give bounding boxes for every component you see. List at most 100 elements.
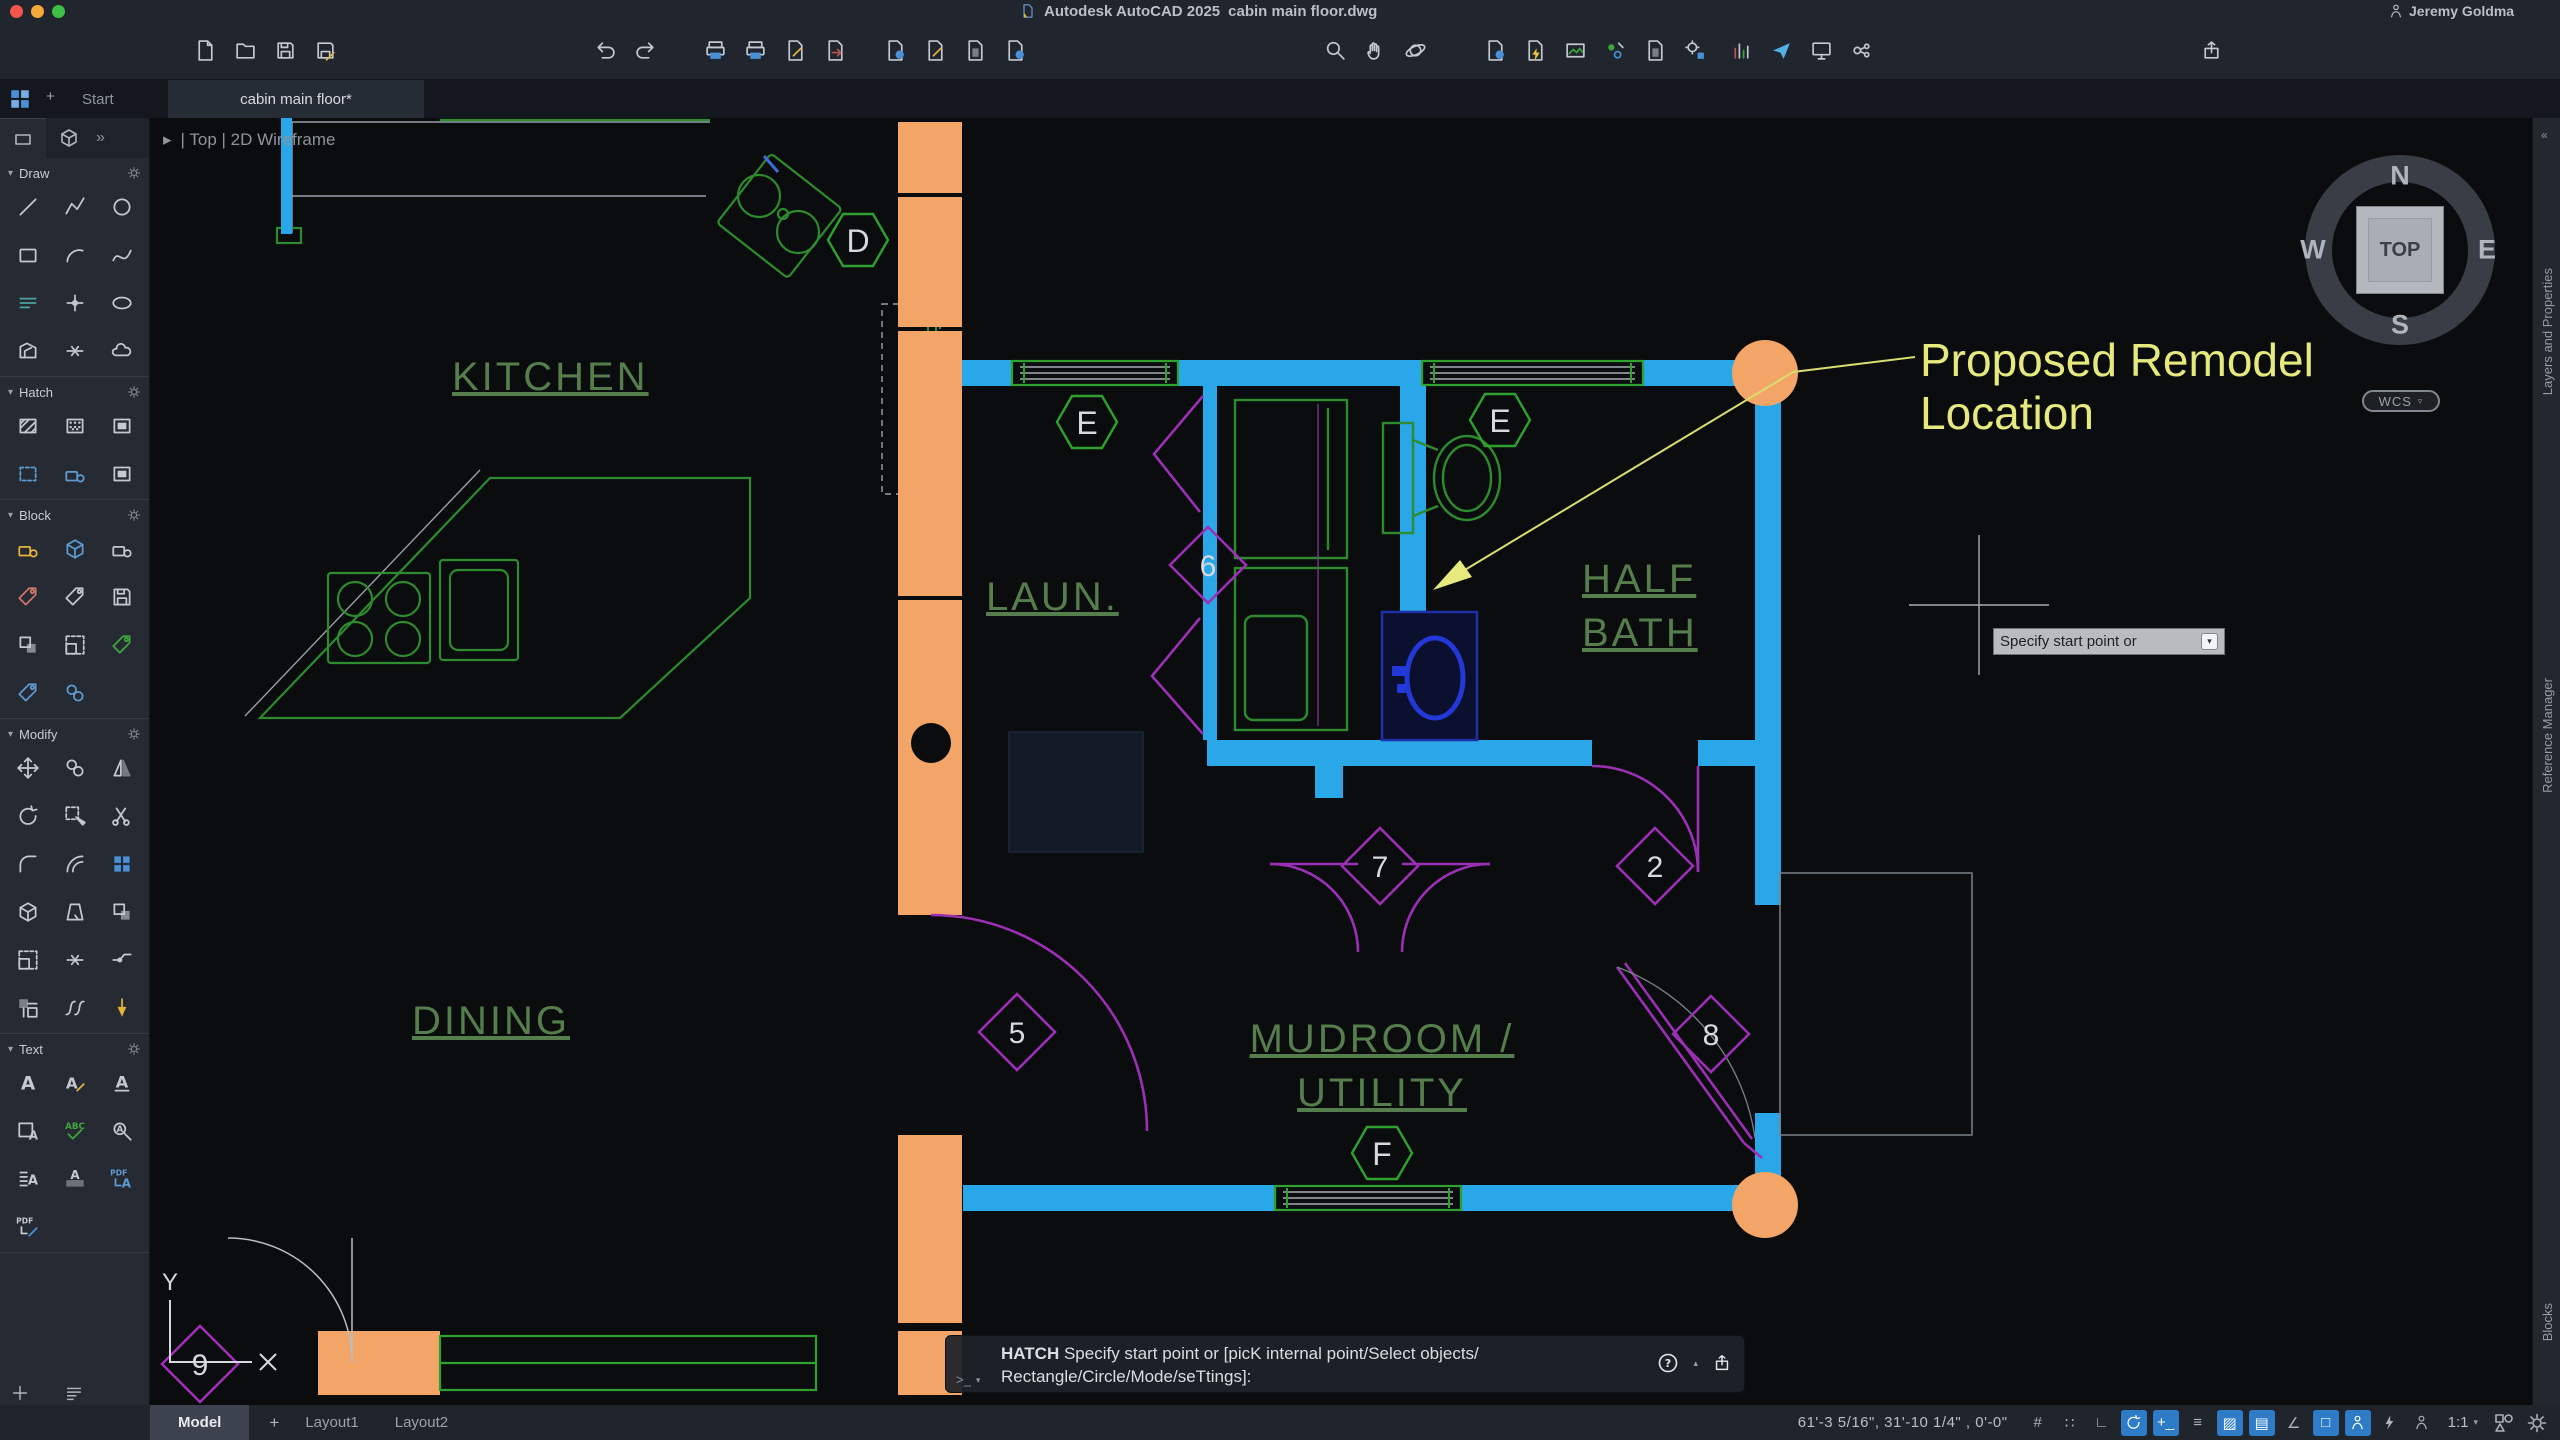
collapse-triangle-icon[interactable]: ▾ [8, 387, 13, 398]
select-similar-tool[interactable] [55, 799, 95, 833]
polar-tracking-toggle[interactable] [2121, 1410, 2147, 1436]
viewport-controls-label[interactable]: | Top | 2D Wireframe [181, 130, 336, 150]
offset-tool[interactable] [55, 847, 95, 881]
command-share-button[interactable] [1712, 1353, 1732, 1373]
tab-layout1[interactable]: Layout1 [287, 1414, 376, 1431]
print-preview-button[interactable] [740, 35, 771, 66]
palette-header-block[interactable]: ▾Block [0, 500, 149, 530]
gear-icon[interactable] [127, 508, 141, 522]
viewport-controls[interactable]: ▸ | Top | 2D Wireframe [163, 130, 336, 150]
move-tool[interactable] [8, 751, 48, 785]
copy-tool[interactable] [55, 751, 95, 785]
wcs-selector[interactable]: WCS ▿ [2362, 390, 2440, 412]
pan-button[interactable] [1360, 35, 1391, 66]
batch-plot-button[interactable] [960, 35, 991, 66]
markup-button[interactable] [1600, 35, 1631, 66]
join-tool[interactable] [102, 943, 142, 977]
model-tab[interactable]: Model [150, 1405, 249, 1440]
trim-tool[interactable] [102, 799, 142, 833]
transparency-toggle[interactable]: ▨ [2217, 1410, 2243, 1436]
strip-collapse-icon[interactable]: « [2541, 128, 2548, 142]
arc-tool[interactable] [55, 238, 95, 272]
share-view-button[interactable] [880, 35, 911, 66]
customization-button[interactable] [2524, 1410, 2550, 1436]
spell-check-tool[interactable]: ABC [55, 1114, 95, 1148]
palette-header-text[interactable]: ▾Text [0, 1034, 149, 1064]
command-prompt[interactable]: >_ ▾ [956, 1372, 980, 1387]
align-tool[interactable] [55, 895, 95, 929]
edit-attribute-tool[interactable] [8, 580, 48, 614]
user-account[interactable]: Jeremy Goldma [2388, 3, 2560, 19]
view-in-browser-button[interactable] [1806, 35, 1837, 66]
viewcube-south[interactable]: S [2391, 310, 2409, 341]
orbit-button[interactable] [1400, 35, 1431, 66]
share-drawing-button[interactable] [1766, 35, 1797, 66]
gear-icon[interactable] [127, 385, 141, 399]
tab-cabin-main-floor[interactable]: cabin main floor* [168, 80, 424, 118]
drawing-compare-button[interactable] [1726, 35, 1757, 66]
upload-button[interactable] [2196, 35, 2227, 66]
revision-cloud-tool[interactable] [102, 334, 142, 368]
text-mask-tool[interactable]: A [55, 1162, 95, 1196]
new-file-button[interactable] [190, 35, 221, 66]
lineweight-toggle[interactable]: ≡ [2185, 1410, 2211, 1436]
new-drawing-tab-button[interactable]: + [46, 88, 68, 110]
palette-header-hatch[interactable]: ▾Hatch [0, 377, 149, 407]
external-reference-button[interactable] [1846, 35, 1877, 66]
array-tool[interactable] [102, 847, 142, 881]
gear-icon[interactable] [127, 1042, 141, 1056]
gear-icon[interactable] [127, 166, 141, 180]
create-block-tool[interactable] [55, 532, 95, 566]
strip-tab-layers-and-properties[interactable]: Layers and Properties [2540, 268, 2555, 395]
multiline-tool[interactable] [8, 286, 48, 320]
hatch-pattern-tool[interactable] [55, 409, 95, 443]
fillet-tool[interactable] [8, 847, 48, 881]
zoom-button[interactable] [52, 5, 65, 18]
divide-tool[interactable] [55, 334, 95, 368]
mirror-tool[interactable] [102, 751, 142, 785]
new-layout-button[interactable]: + [261, 1410, 287, 1436]
polyline-tool[interactable] [55, 190, 95, 224]
match-properties-tool[interactable] [8, 991, 48, 1025]
object-snap-toggle[interactable]: □ [2313, 1410, 2339, 1436]
gear-icon[interactable] [127, 727, 141, 741]
command-history-caret-icon[interactable]: ▾ [976, 1375, 981, 1387]
ellipse-tool[interactable] [102, 286, 142, 320]
zoom-window-button[interactable] [1320, 35, 1351, 66]
explode-tool[interactable] [8, 895, 48, 929]
app-grid-icon[interactable] [8, 87, 32, 111]
scale-tool[interactable] [8, 943, 48, 977]
single-line-text-tool[interactable]: A [8, 1066, 48, 1100]
autosnap-markers-toggle[interactable] [2345, 1410, 2371, 1436]
blend-curves-tool[interactable] [55, 991, 95, 1025]
replace-block-tool[interactable] [8, 628, 48, 662]
viewcube-east[interactable]: E [2478, 235, 2496, 266]
hatch-gradient-tool[interactable] [102, 409, 142, 443]
import-block-tool[interactable] [55, 676, 95, 710]
export-dwf-button[interactable] [920, 35, 951, 66]
page-setup-button[interactable] [780, 35, 811, 66]
break-tool[interactable] [55, 943, 95, 977]
line-tool[interactable] [8, 190, 48, 224]
open-file-button[interactable] [230, 35, 261, 66]
pdf-import-tool[interactable]: PDFA [102, 1162, 142, 1196]
tag-attribute-tool[interactable] [55, 580, 95, 614]
dynamic-ucs-toggle[interactable] [2409, 1410, 2435, 1436]
circle-tool[interactable] [102, 190, 142, 224]
palette-overflow-chevron[interactable]: » [96, 129, 105, 147]
undo-button[interactable] [590, 35, 621, 66]
dynamic-input-toggle[interactable]: +_ [2153, 1410, 2179, 1436]
edit-block-tool[interactable] [102, 532, 142, 566]
boundary-tool[interactable] [8, 457, 48, 491]
field-button[interactable] [1520, 35, 1551, 66]
spline-tool[interactable] [102, 238, 142, 272]
export-pdf-button[interactable] [820, 35, 851, 66]
lengthen-tool[interactable] [102, 991, 142, 1025]
save-block-tool[interactable] [102, 580, 142, 614]
options-button[interactable] [1680, 35, 1711, 66]
collapse-triangle-icon[interactable]: ▾ [8, 168, 13, 179]
tooltip-options-button[interactable]: ▾ [2201, 633, 2218, 650]
snap-mode-toggle[interactable]: ∷ [2057, 1410, 2083, 1436]
tab-layout2[interactable]: Layout2 [377, 1414, 466, 1431]
find-replace-tool[interactable]: A [102, 1114, 142, 1148]
